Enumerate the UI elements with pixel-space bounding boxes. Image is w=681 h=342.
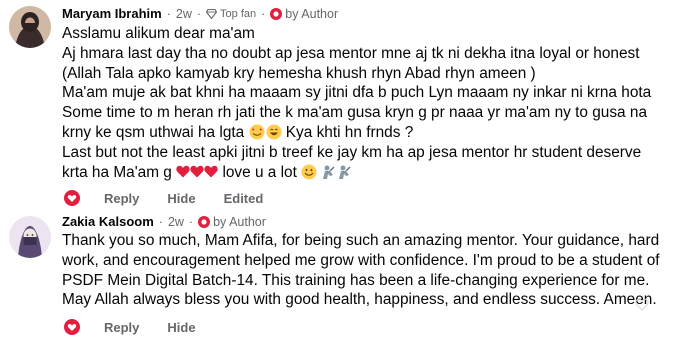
avatar[interactable] xyxy=(9,6,51,48)
comment-line: Last but not the least apki jitni b tree… xyxy=(62,143,642,161)
comment-line: (Allah Tala apko kamyab kry hemesha khus… xyxy=(62,64,536,82)
comment-header: Maryam Ibrahim · 2w · Top fan · by Autho… xyxy=(62,6,339,21)
top-fan-badge: Top fan xyxy=(220,7,257,20)
comment-line: Ma'am muje ak bat khni ha maaam sy jitni… xyxy=(62,84,652,102)
comment-line: Asslamu alikum dear ma'am xyxy=(62,25,255,42)
comment-line: Some time to m heran rh jati the k ma'am… xyxy=(62,104,648,122)
author-badge-icon xyxy=(270,7,283,20)
comment-actions: Reply Hide xyxy=(64,319,224,335)
red-heart-icon xyxy=(204,165,218,178)
author-name[interactable]: Maryam Ibrahim xyxy=(62,6,162,21)
comment-time[interactable]: 2w xyxy=(168,215,184,229)
comment-line: Thank you so much, Mam Afifa, for being … xyxy=(62,232,660,249)
comment-line-text: krta ha Ma'am g xyxy=(62,163,172,181)
comment-line-with-emoji: krny ke qsm uthwai ha lgta Kya khti hn f… xyxy=(62,123,651,143)
comment-line-text: krny ke qsm uthwai ha lgta xyxy=(62,123,245,141)
comment-line-suffix: love u a lot xyxy=(222,163,297,181)
smiling-face-icon xyxy=(301,164,317,180)
person-praying-icon xyxy=(339,165,351,179)
comment-line: Aj hmara last day tha no doubt ap jesa m… xyxy=(62,44,640,62)
hide-button[interactable]: Hide xyxy=(167,320,195,335)
comment-line: PSDF Mein Digital Batch-14. This trainin… xyxy=(62,271,650,289)
by-author-label: by Author xyxy=(213,214,266,229)
reaction-heart-icon[interactable] xyxy=(64,319,80,335)
comment-1: Maryam Ibrahim · 2w · Top fan · by Autho… xyxy=(0,0,681,212)
comment-body: Thank you so much, Mam Afifa, for being … xyxy=(62,231,660,310)
by-author-label: by Author xyxy=(285,6,339,21)
author-badge-icon xyxy=(198,215,211,228)
reaction-heart-icon[interactable] xyxy=(64,190,80,206)
smiling-face-with-hearts-icon xyxy=(249,124,264,140)
comments-section: Maryam Ibrahim · 2w · Top fan · by Autho… xyxy=(0,0,681,342)
like-outline-icon[interactable] xyxy=(635,298,649,311)
red-heart-icon xyxy=(190,165,204,178)
author-name[interactable]: Zakia Kalsoom xyxy=(62,214,154,229)
grinning-face-icon xyxy=(266,124,281,140)
comment-time[interactable]: 2w xyxy=(176,7,192,21)
hide-button[interactable]: Hide xyxy=(167,191,195,206)
comment-2: Zakia Kalsoom · 2w · by Author Thank you… xyxy=(0,208,681,342)
edited-label[interactable]: Edited xyxy=(224,191,264,206)
reply-button[interactable]: Reply xyxy=(104,320,139,335)
red-heart-icon xyxy=(176,165,190,178)
comment-actions: Reply Hide Edited xyxy=(64,190,291,206)
comment-line: May Allah always bless you with good hea… xyxy=(62,291,657,309)
diamond-icon xyxy=(206,8,218,19)
avatar[interactable] xyxy=(9,216,51,258)
reply-button[interactable]: Reply xyxy=(104,191,139,206)
comment-line-with-emoji: krta ha Ma'am g love u a lot xyxy=(62,163,651,183)
comment-line: work, and encouragement helped me grow w… xyxy=(62,251,660,269)
comment-header: Zakia Kalsoom · 2w · by Author xyxy=(62,214,266,229)
comment-body: Asslamu alikum dear ma'am Aj hmara last … xyxy=(62,24,651,182)
comment-line-suffix: Kya khti hn frnds ? xyxy=(285,123,414,141)
person-praying-icon xyxy=(323,165,335,179)
